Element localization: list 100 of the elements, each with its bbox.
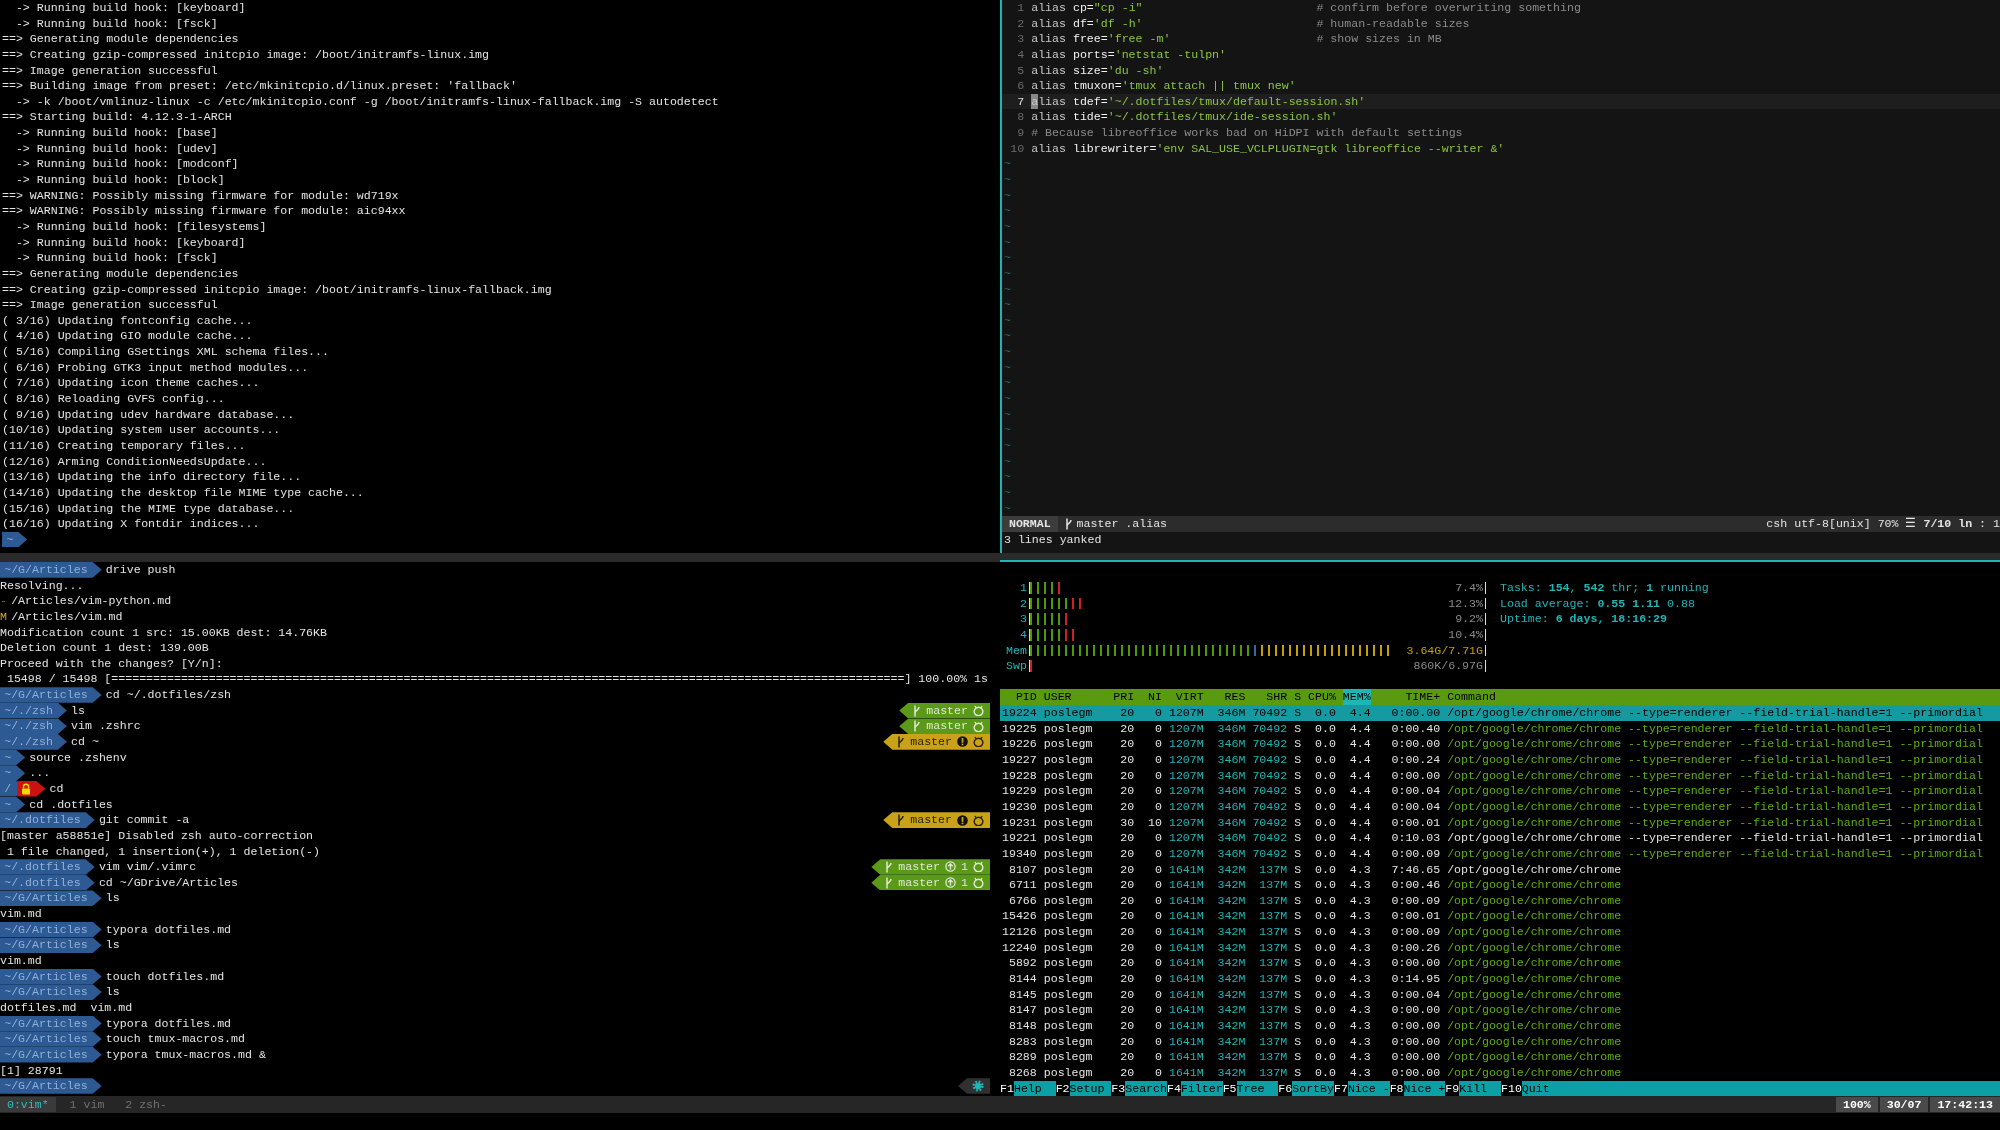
table-cell-text: poslegm <box>1043 986 1094 1003</box>
process-row[interactable]: 6711 poslegm 20 0 1641M 342M 137M S 0.0 4.3 0:00.46 /opt/google/chrome/chrome <box>1000 877 2000 893</box>
table-cell-text: 20 <box>1119 736 1135 753</box>
output-line: Deletion count 1 dest: 139.00B <box>0 640 210 656</box>
path-segment: ~ <box>0 765 26 781</box>
table-cell-text: /opt/google/chrome/chrome --type=renderer --field-trial-handle=1 --primordial <box>1447 767 1984 784</box>
log-line: -> Running build hook: [fsck] <box>14 15 219 32</box>
process-row[interactable]: 8147 poslegm 20 0 1641M 342M 137M S 0.0 4.3 0:00.00 /opt/google/chrome/chrome <box>1000 1002 2000 1018</box>
process-row[interactable]: 19231 poslegm 30 10 1207M 346M 70492 S 0.0 4.4 0:00.01 /opt/google/chrome/chrome --type=renderer --field-trial-handle=1 --primordial <box>1000 814 2000 831</box>
process-row[interactable]: 19228 poslegm 20 0 1207M 346M 70492 S 0.0 4.4 0:00.00 /opt/google/chrome/chrome --type=renderer --field-trial-handle=1 --primordial <box>1000 767 2000 784</box>
column-header[interactable]: NI <box>1141 689 1162 706</box>
process-row[interactable]: 8268 poslegm 20 0 1641M 342M 137M S 0.0 4.3 0:00.00 /opt/google/chrome/chrome <box>1000 1064 2000 1081</box>
table-cell-text: 20 <box>1119 845 1135 862</box>
branch-icon <box>1064 517 1073 530</box>
column-header[interactable]: Command <box>1447 689 2000 706</box>
ahead-count: 1 <box>961 859 968 875</box>
table-cell-text: 20 <box>1119 939 1135 956</box>
process-row[interactable]: 19224 poslegm 20 0 1207M 346M 70492 S 0.0 4.4 0:00.00 /opt/google/chrome/chrome --type=renderer --field-trial-handle=1 --primordial <box>1000 705 2000 721</box>
table-cell: 19228 <box>1002 767 1037 784</box>
ahead-count: 1 <box>961 874 968 891</box>
table-cell-text: 0.0 <box>1314 830 1336 846</box>
table-cell-text: poslegm <box>1043 892 1094 909</box>
empty-line-marker: ~ <box>1003 328 1012 345</box>
table-cell: S <box>1294 1017 1302 1034</box>
up-arrow-icon <box>945 861 957 873</box>
table-cell-text: 6766 <box>1007 892 1037 909</box>
table-cell-text: 20 <box>1119 1049 1135 1065</box>
table-cell: 70492 <box>1252 783 1288 799</box>
process-row[interactable]: 19340 poslegm 20 0 1207M 346M 70492 S 0.0 4.4 0:00.09 /opt/google/chrome/chrome --type=renderer --field-trial-handle=1 --primordial <box>1000 845 2000 862</box>
process-row[interactable]: 12126 poslegm 20 0 1641M 342M 137M S 0.0 4.3 0:00.09 /opt/google/chrome/chrome <box>1000 924 2000 940</box>
table-cell-text: 0:00.24 <box>1390 752 1441 768</box>
process-row[interactable]: 19226 poslegm 20 0 1207M 346M 70492 S 0.0 4.4 0:00.00 /opt/google/chrome/chrome --type=renderer --field-trial-handle=1 --primordial <box>1000 736 2000 753</box>
table-cell-text: 0 <box>1154 1017 1162 1034</box>
file-type: csh <box>1766 516 1788 532</box>
function-key[interactable]: F8Nice + <box>1389 1080 1446 1096</box>
table-cell-text: 4.4 <box>1348 830 1371 846</box>
column-header[interactable]: PID <box>1002 689 1037 706</box>
table-cell-text: poslegm <box>1043 1002 1094 1018</box>
column-header[interactable]: CPU% <box>1308 689 1336 706</box>
table-cell: 1641M <box>1168 1017 1204 1034</box>
process-row[interactable]: 5892 poslegm 20 0 1641M 342M 137M S 0.0 4.3 0:00.00 /opt/google/chrome/chrome <box>1000 955 2000 971</box>
meter-label: 2 <box>1018 595 1027 612</box>
log-line: ==> Generating module dependencies <box>2 265 240 282</box>
table-cell: 1207M <box>1168 783 1204 799</box>
table-cell-text: poslegm <box>1043 783 1094 799</box>
process-row[interactable]: 19225 poslegm 20 0 1207M 346M 70492 S 0.0 4.4 0:00.40 /opt/google/chrome/chrome --type=renderer --field-trial-handle=1 --primordial <box>1000 720 2000 737</box>
column-header[interactable]: USER <box>1043 689 1107 706</box>
function-key[interactable]: F5Tree <box>1222 1080 1279 1096</box>
column-header[interactable]: VIRT <box>1168 689 1204 706</box>
table-cell-text: poslegm <box>1043 971 1094 987</box>
system-info: Uptime: 6 days, 18:16:29 <box>1500 611 1668 627</box>
table-cell-text: 137M <box>1258 1049 1288 1065</box>
column-header[interactable]: MEM% <box>1342 689 1371 706</box>
process-row[interactable]: 8145 poslegm 20 0 1641M 342M 137M S 0.0 4.3 0:00.04 /opt/google/chrome/chrome <box>1000 986 2000 1003</box>
log-line: -> Running build hook: [filesystems] <box>14 218 268 235</box>
process-row[interactable]: 19221 poslegm 20 0 1207M 346M 70492 S 0.0 4.4 0:10.03 /opt/google/chrome/chrome --type=renderer --field-trial-handle=1 --primordial <box>1000 830 2000 846</box>
table-cell: S <box>1294 971 1302 987</box>
table-cell: S <box>1294 986 1302 1003</box>
column-header[interactable]: RES <box>1210 689 1246 706</box>
gear-icon <box>972 1079 984 1092</box>
table-cell: 15426 <box>1002 908 1037 925</box>
process-row[interactable]: 19230 poslegm 20 0 1207M 346M 70492 S 0.0 4.4 0:00.04 /opt/google/chrome/chrome --type=renderer --field-trial-handle=1 --primordial <box>1000 798 2000 815</box>
process-row[interactable]: 19227 poslegm 20 0 1207M 346M 70492 S 0.0 4.4 0:00.24 /opt/google/chrome/chrome --type=renderer --field-trial-handle=1 --primordial <box>1000 752 2000 768</box>
table-cell-text: 4.3 <box>1348 877 1371 893</box>
process-row[interactable]: 8144 poslegm 20 0 1641M 342M 137M S 0.0 4.3 0:14.95 /opt/google/chrome/chrome <box>1000 971 2000 987</box>
function-key[interactable]: F9Kill <box>1445 1080 1501 1096</box>
cat-icon <box>973 877 984 889</box>
process-row[interactable]: 8107 poslegm 20 0 1641M 342M 137M S 0.0 4.3 7:46.65 /opt/google/chrome/chrome <box>1000 861 2000 878</box>
process-row[interactable]: 8289 poslegm 20 0 1641M 342M 137M S 0.0 4.3 0:00.00 /opt/google/chrome/chrome <box>1000 1049 2000 1065</box>
process-row[interactable]: 15426 poslegm 20 0 1641M 342M 137M S 0.0 4.3 0:00.01 /opt/google/chrome/chrome <box>1000 908 2000 925</box>
column-header[interactable]: TIME+ <box>1377 689 1441 706</box>
table-cell-text: 0.0 <box>1314 845 1336 862</box>
path-segment: ~ <box>0 749 26 766</box>
function-key[interactable]: F6SortBy <box>1278 1080 1334 1096</box>
process-row[interactable]: 8148 poslegm 20 0 1641M 342M 137M S 0.0 4.3 0:00.00 /opt/google/chrome/chrome <box>1000 1017 2000 1034</box>
process-row[interactable]: 12240 poslegm 20 0 1641M 342M 137M S 0.0 4.3 0:00.26 /opt/google/chrome/chrome <box>1000 939 2000 956</box>
branch-icon <box>897 814 906 827</box>
process-row[interactable]: 19229 poslegm 20 0 1207M 346M 70492 S 0.0 4.4 0:00.04 /opt/google/chrome/chrome --type=renderer --field-trial-handle=1 --primordial <box>1000 783 2000 799</box>
function-key[interactable]: F2Setup <box>1055 1080 1112 1096</box>
column-header[interactable]: PRI <box>1113 689 1135 706</box>
process-row[interactable]: 6766 poslegm 20 0 1641M 342M 137M S 0.0 4.3 0:00.09 /opt/google/chrome/chrome <box>1000 892 2000 909</box>
table-cell-text: 0:00.01 <box>1390 908 1441 925</box>
log-line: -> Running build hook: [keyboard] <box>14 0 247 16</box>
column-header[interactable]: SHR <box>1252 689 1288 706</box>
column-header[interactable]: S <box>1294 689 1302 706</box>
status-item: 17:42:13 <box>1930 1096 2000 1113</box>
line-number: 5 <box>1016 62 1025 79</box>
table-cell-text: 346M <box>1216 814 1246 831</box>
table-cell: 70492 <box>1252 736 1288 753</box>
table-cell-text: 0.0 <box>1314 1002 1336 1018</box>
table-cell-text: 346M <box>1216 783 1246 799</box>
table-cell: 70492 <box>1252 845 1288 862</box>
table-cell: 1207M <box>1168 798 1204 815</box>
window-tab[interactable]: 0:vim* <box>0 1096 56 1113</box>
table-cell-text: 346M <box>1216 720 1246 737</box>
branch-name: master <box>898 874 941 891</box>
function-key[interactable]: F3Search <box>1111 1080 1167 1096</box>
table-cell: 1207M <box>1168 767 1204 784</box>
process-row[interactable]: 8283 poslegm 20 0 1641M 342M 137M S 0.0 4.3 0:00.00 /opt/google/chrome/chrome <box>1000 1033 2000 1050</box>
table-cell-text: 4.3 <box>1348 1002 1371 1018</box>
